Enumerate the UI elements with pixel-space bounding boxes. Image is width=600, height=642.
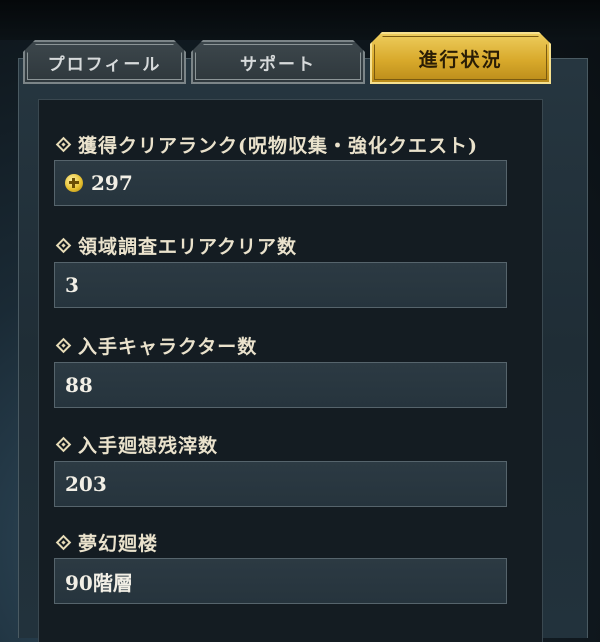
dream-tower-label-row: 夢幻廻楼 (54, 528, 158, 556)
diamond-bullet-icon (55, 534, 72, 550)
clear-rank-value-box: 297 (54, 160, 507, 206)
tab-progress-label: 進行状況 (418, 48, 503, 71)
character-count-label: 入手キャラクター数 (78, 335, 258, 358)
area-clear-label: 領域調査エリアクリア数 (78, 235, 298, 258)
tab-support-label: サポート (240, 54, 316, 75)
dream-tower-label: 夢幻廻楼 (78, 532, 159, 555)
diamond-bullet-icon (55, 136, 72, 152)
area-clear-value-box: 3 (54, 262, 507, 308)
diamond-bullet-icon (55, 237, 72, 253)
dream-tower-value: 90階層 (65, 570, 133, 595)
tab-profile-label: プロフィール (47, 54, 162, 75)
remnant-count-value-box: 203 (54, 461, 507, 507)
area-clear-label-row: 領域調査エリアクリア数 (54, 231, 297, 259)
rank-medal-icon (65, 174, 83, 192)
character-count-label-row: 入手キャラクター数 (54, 331, 257, 359)
clear-rank-label: 獲得クリアランク(呪物収集・強化クエスト) (78, 134, 478, 157)
area-clear-value: 3 (65, 273, 79, 297)
diamond-bullet-icon (55, 337, 72, 353)
remnant-count-label-row: 入手廻想残滓数 (54, 430, 218, 458)
character-count-value-box: 88 (54, 362, 507, 408)
tab-bar: プロフィール サポート 進行状況 (23, 30, 583, 86)
dream-tower-value-box: 90階層 (54, 558, 507, 604)
remnant-count-value: 203 (65, 472, 107, 496)
clear-rank-label-row: 獲得クリアランク(呪物収集・強化クエスト) (54, 130, 478, 158)
character-count-value: 88 (65, 373, 93, 397)
diamond-bullet-icon (55, 436, 72, 452)
clear-rank-value: 297 (91, 171, 133, 195)
tab-support[interactable]: サポート (191, 40, 365, 84)
tab-progress[interactable]: 進行状況 (370, 32, 551, 84)
tab-profile[interactable]: プロフィール (23, 40, 186, 84)
remnant-count-label: 入手廻想残滓数 (78, 434, 219, 457)
